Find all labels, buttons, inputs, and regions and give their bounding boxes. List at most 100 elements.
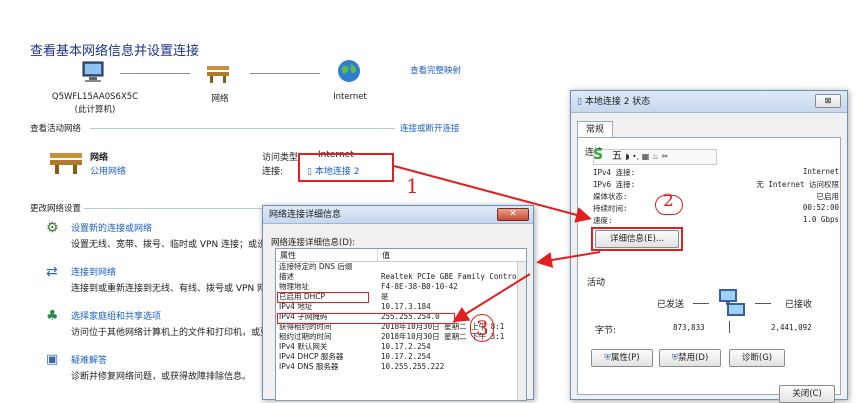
property-cell: 物理地址 — [279, 282, 309, 291]
ipv4-address-highlight — [277, 313, 455, 324]
details-subtitle: 网络连接详细信息(D): — [271, 238, 356, 248]
task-title[interactable]: 疑难解答 — [71, 353, 107, 366]
activity-computers-icon — [717, 287, 747, 324]
connect-network-icon: ⇄ — [46, 264, 58, 280]
computer-sub: (此计算机) — [74, 105, 116, 115]
value-cell: 10.17.2.254 — [381, 342, 431, 351]
task-desc: 诊断并修复网络问题，或获得故障排除信息。 — [71, 372, 252, 382]
mac-address-highlight — [277, 292, 369, 303]
status-row-label: 媒体状态: — [593, 192, 628, 201]
connection-link-label: 本地连接 2 — [314, 167, 360, 177]
internet-globe-icon — [336, 58, 362, 87]
connect-disconnect-link[interactable]: 连接或断开连接 — [400, 122, 460, 134]
task-item[interactable]: ⚙ 设置新的连接或网络 设置无线、宽带、拨号、临时或 VPN 连接；或设 — [46, 220, 266, 252]
tab-general-label: 常规 — [585, 125, 604, 135]
task-title[interactable]: 设置新的连接或网络 — [71, 221, 152, 234]
new-connection-icon: ⚙ — [46, 220, 59, 236]
column-header-value[interactable]: 值 — [378, 249, 390, 261]
value-cell — [378, 262, 526, 272]
properties-button[interactable]: ⛨属性(P) — [591, 349, 653, 367]
property-cell: 描述 — [279, 272, 294, 281]
property-cell: IPv4 DHCP 服务器 — [279, 352, 344, 361]
disable-button-label: 禁用(D) — [678, 353, 709, 363]
task-desc: 连接到或重新连接到无线、有线、拨号或 VPN 网 — [71, 284, 267, 294]
tab-general[interactable]: 常规 — [577, 121, 613, 138]
connection-label: 连接: — [262, 167, 284, 177]
sent-line — [693, 303, 709, 304]
property-cell: IPv4 DNS 服务器 — [279, 362, 339, 371]
status-dialog: ▯ 本地连接 2 状态 ⊠ 常规 连接 五 ◗ •, ▦ ♨ ✂ S IPv4 … — [570, 90, 848, 403]
adapter-icon: ▯ — [577, 97, 582, 107]
table-row[interactable]: 连接特定的 DNS 后缀 — [276, 262, 526, 272]
value-cell: 10.17.3.184 — [381, 302, 431, 311]
step3-circle — [470, 314, 494, 342]
network-type-link[interactable]: 公用网络 — [90, 164, 126, 177]
internet-node-label: Internet — [333, 92, 367, 102]
status-row-value: 已启用 — [816, 192, 840, 201]
annotation-step-1: 1 — [406, 174, 419, 198]
value-cell: 10.255.255.222 — [381, 362, 445, 371]
map-connector-line — [120, 73, 190, 74]
computer-icon — [80, 60, 106, 87]
bytes-divider — [729, 321, 730, 333]
page-top-rule — [0, 0, 863, 30]
task-title[interactable]: 连接到网络 — [71, 265, 116, 278]
details-dialog-title: 网络连接详细信息 — [269, 210, 342, 220]
received-line — [755, 303, 771, 304]
status-row-value: Internet — [802, 167, 839, 176]
property-cell: IPv4 地址 — [279, 302, 313, 311]
diagnose-button[interactable]: 诊断(G) — [729, 349, 785, 367]
value-cell: Realtek PCIe GBE Family Contro — [381, 272, 517, 281]
ime-toolbar: 五 ◗ •, ▦ ♨ ✂ — [593, 149, 717, 165]
task-title[interactable]: 选择家庭组和共享选项 — [71, 309, 161, 322]
troubleshoot-icon: ▣ — [46, 352, 59, 367]
details-dialog: 网络连接详细信息 ✕ 网络连接详细信息(D): 属性 值 连接特定的 DNS 后… — [262, 205, 534, 401]
activity-label: 活动 — [587, 278, 606, 288]
table-row[interactable]: IPv4 地址 10.17.3.184 — [276, 302, 526, 312]
column-header-property[interactable]: 属性 — [276, 249, 378, 261]
table-row[interactable]: IPv4 DNS 服务器 10.255.255.222 — [276, 362, 526, 372]
network-node-label: 网络 — [211, 94, 229, 104]
bytes-received: 2,441,092 — [771, 323, 812, 332]
status-row-value: 无 Internet 访问权限 — [756, 180, 839, 189]
page-title: 查看基本网络信息并设置连接 — [30, 44, 200, 59]
details-button[interactable]: 详细信息(E)... — [595, 230, 679, 248]
property-cell: IPv4 默认网关 — [279, 342, 328, 351]
task-desc: 设置无线、宽带、拨号、临时或 VPN 连接；或设 — [71, 240, 267, 250]
ime-mode-text: 五 — [612, 151, 622, 162]
value-cell: F4-8E-38-B0-10-42 — [381, 282, 458, 291]
table-row[interactable]: IPv4 DHCP 服务器 10.17.2.254 — [276, 352, 526, 362]
disable-button[interactable]: ⛨禁用(D) — [659, 349, 721, 367]
network-bench-icon — [205, 60, 231, 87]
divider — [84, 208, 264, 209]
status-row-label: 持续时间: — [593, 204, 628, 213]
task-item[interactable]: ♣ 选择家庭组和共享选项 访问位于其他网络计算机上的文件和打印机，或更 — [46, 308, 270, 340]
task-item[interactable]: ⇄ 连接到网络 连接到或重新连接到无线、有线、拨号或 VPN 网 — [46, 264, 266, 296]
status-dialog-title: 本地连接 2 状态 — [584, 97, 651, 107]
table-row[interactable]: 描述 Realtek PCIe GBE Family Contro — [276, 272, 526, 282]
scrollbar[interactable] — [517, 262, 526, 400]
task-desc: 访问位于其他网络计算机上的文件和打印机，或更 — [71, 328, 270, 338]
close-window-button[interactable]: ⊠ — [815, 94, 841, 108]
close-button[interactable]: 关闭(C) — [779, 385, 835, 403]
ime-icons: ◗ •, ▦ ♨ ✂ — [625, 152, 669, 161]
table-row[interactable]: IPv4 默认网关 10.17.2.254 — [276, 342, 526, 352]
map-connector-line — [250, 73, 320, 74]
connection-link[interactable]: ▯ 本地连接 2 — [307, 164, 359, 177]
network-name: 网络 — [90, 153, 109, 163]
bytes-sent: 873,833 — [673, 323, 705, 332]
status-row-value: 00:52:00 — [802, 203, 839, 212]
details-dialog-titlebar: 网络连接详细信息 — [263, 206, 533, 224]
table-row[interactable]: 物理地址 F4-8E-38-B0-10-42 — [276, 282, 526, 292]
divider — [90, 128, 395, 129]
homegroup-icon: ♣ — [46, 308, 59, 324]
view-full-map-link[interactable]: 查看完整映射 — [410, 64, 461, 76]
status-dialog-titlebar: ▯ 本地连接 2 状态 — [571, 91, 847, 113]
value-cell: 2018年10月30日 星期二 下午 3:1 — [381, 332, 505, 341]
status-row-label: IPv4 连接: — [593, 168, 636, 177]
close-window-button[interactable]: ✕ — [497, 208, 529, 221]
task-item[interactable]: ▣ 疑难解答 诊断并修复网络问题，或获得故障排除信息。 — [46, 352, 266, 384]
received-label: 已接收 — [785, 300, 813, 310]
status-row-value: 1.0 Gbps — [802, 215, 839, 224]
step2-circle — [655, 195, 683, 215]
